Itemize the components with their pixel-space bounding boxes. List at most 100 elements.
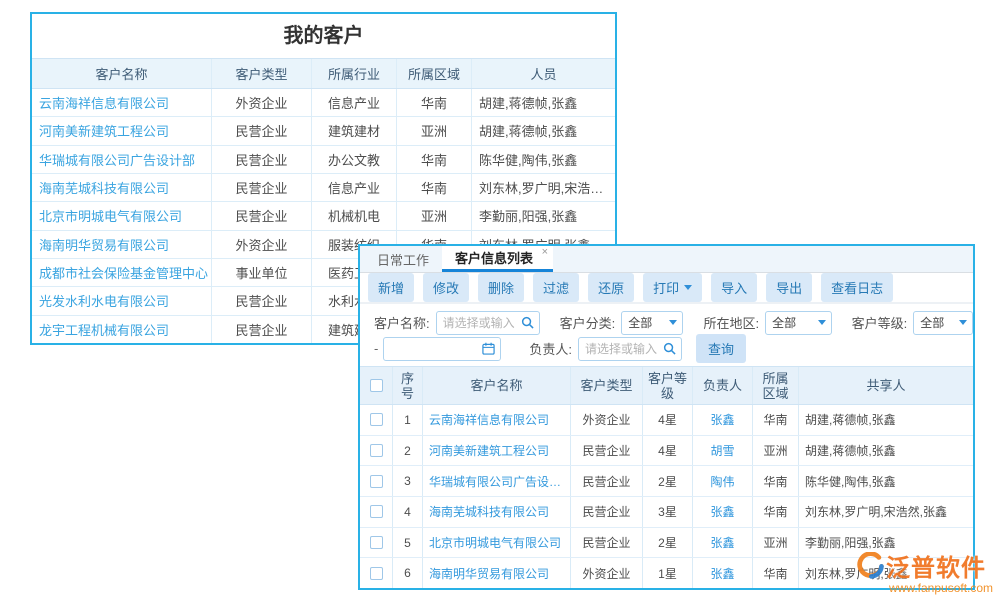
filter-button[interactable]: 过滤	[533, 273, 579, 302]
customer-link[interactable]: 华瑞城有限公司广告设计部	[429, 473, 568, 490]
owner-link[interactable]: 胡雪	[710, 442, 734, 459]
customer-staff: 李勤丽,阳强,张鑫	[479, 206, 577, 225]
watermark-brand: 泛普软件	[886, 548, 986, 583]
customer-link[interactable]: 海南芜城科技有限公司	[39, 178, 169, 197]
customer-name-input[interactable]	[436, 311, 540, 335]
customer-category-label: 客户分类:	[560, 313, 616, 332]
customer-link[interactable]: 龙宇工程机械有限公司	[39, 320, 169, 339]
table-row: 北京市明城电气有限公司 民营企业 机械机电 亚洲 李勤丽,阳强,张鑫	[32, 202, 615, 230]
date-field[interactable]	[390, 342, 482, 356]
column-header-staff: 人员	[472, 59, 615, 88]
customer-link[interactable]: 河南美新建筑工程公司	[429, 442, 549, 459]
customer-grade-select[interactable]: 全部	[913, 311, 973, 335]
customer-grade: 2星	[643, 528, 693, 558]
customer-link[interactable]: 云南海祥信息有限公司	[429, 411, 549, 428]
customer-type: 民营企业	[212, 146, 312, 173]
owner-field[interactable]	[585, 342, 663, 356]
watermark: 泛普软件 www.fanpusoft.com	[857, 548, 993, 595]
date-input[interactable]	[383, 337, 501, 361]
customer-grade: 1星	[643, 558, 693, 588]
customer-type: 外资企业	[571, 558, 643, 588]
district-label: 所在地区:	[703, 313, 759, 332]
search-icon[interactable]	[521, 316, 534, 329]
column-header-owner: 负责人	[693, 367, 753, 404]
row-checkbox[interactable]	[370, 413, 383, 426]
owner-link[interactable]: 张鑫	[710, 503, 734, 520]
filter-panel: 客户名称: 客户分类: 全部 所在地区: 全部 客户等级: 全部 -	[360, 304, 973, 366]
shared-staff: 陈华健,陶伟,张鑫	[805, 473, 896, 490]
district-select[interactable]: 全部	[765, 311, 832, 335]
row-checkbox[interactable]	[370, 475, 383, 488]
customer-link[interactable]: 北京市明城电气有限公司	[39, 206, 182, 225]
column-header-no: 序号	[393, 367, 423, 404]
row-no: 5	[393, 528, 423, 558]
customer-list-table-header: 序号 客户名称 客户类型 客户等级 负责人 所属区域 共享人	[360, 367, 973, 405]
chevron-down-icon	[818, 320, 826, 325]
owner-link[interactable]: 陶伟	[710, 473, 734, 490]
customer-link[interactable]: 海南明华贸易有限公司	[39, 235, 169, 254]
row-checkbox[interactable]	[370, 444, 383, 457]
customer-type: 外资企业	[571, 405, 643, 435]
customer-region: 亚洲	[753, 436, 799, 466]
row-no: 4	[393, 497, 423, 527]
tab-customer-info-list[interactable]: 客户信息列表 ×	[442, 246, 553, 272]
owner-link[interactable]: 张鑫	[710, 565, 734, 582]
edit-button[interactable]: 修改	[423, 273, 469, 302]
export-button[interactable]: 导出	[766, 273, 812, 302]
page-title: 我的客户	[32, 14, 615, 58]
customer-link[interactable]: 海南明华贸易有限公司	[429, 565, 549, 582]
customer-type: 民营企业	[212, 117, 312, 144]
search-icon[interactable]	[663, 342, 676, 355]
filter-row-1: 客户名称: 客户分类: 全部 所在地区: 全部 客户等级: 全部	[374, 310, 973, 335]
owner-link[interactable]: 张鑫	[710, 411, 734, 428]
table-row: 云南海祥信息有限公司 外资企业 信息产业 华南 胡建,蒋德帧,张鑫	[32, 89, 615, 117]
customer-link[interactable]: 成都市社会保险基金管理中心	[39, 263, 208, 282]
customer-grade: 4星	[643, 405, 693, 435]
customer-region: 华南	[753, 558, 799, 588]
customer-link[interactable]: 海南芜城科技有限公司	[429, 503, 549, 520]
chevron-down-icon	[959, 320, 967, 325]
owner-link[interactable]: 张鑫	[710, 534, 734, 551]
tab-daily-work[interactable]: 日常工作	[364, 246, 442, 272]
table-row: 1 云南海祥信息有限公司 外资企业 4星 张鑫 华南 胡建,蒋德帧,张鑫	[360, 405, 973, 436]
row-no: 6	[393, 558, 423, 588]
customer-type: 民营企业	[571, 528, 643, 558]
row-checkbox[interactable]	[370, 567, 383, 580]
customer-info-list-window: 日常工作 客户信息列表 × 新增 修改 删除 过滤 还原 打印 导入 导出 查看…	[358, 244, 975, 590]
customer-industry: 信息产业	[312, 89, 397, 116]
import-button[interactable]: 导入	[711, 273, 757, 302]
table-row: 海南芜城科技有限公司 民营企业 信息产业 华南 刘东林,罗广明,宋浩然,张鑫	[32, 174, 615, 202]
customer-link[interactable]: 北京市明城电气有限公司	[429, 534, 561, 551]
customer-category-select[interactable]: 全部	[621, 311, 683, 335]
customer-region: 亚洲	[397, 117, 472, 144]
column-header-type: 客户类型	[571, 367, 643, 404]
customer-type: 外资企业	[212, 89, 312, 116]
delete-button[interactable]: 删除	[478, 273, 524, 302]
add-button[interactable]: 新增	[368, 273, 414, 302]
customer-link[interactable]: 华瑞城有限公司广告设计部	[39, 150, 195, 169]
row-checkbox[interactable]	[370, 536, 383, 549]
customer-type: 民营企业	[571, 466, 643, 496]
row-checkbox[interactable]	[370, 505, 383, 518]
query-button[interactable]: 查询	[696, 334, 746, 363]
restore-button[interactable]: 还原	[588, 273, 634, 302]
select-all-checkbox[interactable]	[370, 379, 383, 392]
customer-link[interactable]: 云南海祥信息有限公司	[39, 93, 169, 112]
customer-link[interactable]: 河南美新建筑工程公司	[39, 121, 169, 140]
customer-type: 民营企业	[212, 202, 312, 229]
calendar-icon[interactable]	[482, 342, 495, 355]
close-icon[interactable]: ×	[542, 247, 548, 258]
print-button[interactable]: 打印	[643, 273, 702, 302]
table-row: 4 海南芜城科技有限公司 民营企业 3星 张鑫 华南 刘东林,罗广明,宋浩然,张…	[360, 497, 973, 528]
chevron-down-icon	[684, 285, 692, 290]
chevron-down-icon	[669, 320, 677, 325]
customer-name-field[interactable]	[443, 316, 521, 330]
filter-row-2: - 负责人: 查询	[374, 336, 973, 361]
customer-region: 亚洲	[397, 202, 472, 229]
column-header-region: 所属区域	[397, 59, 472, 88]
customer-link[interactable]: 光发水利水电有限公司	[39, 291, 169, 310]
table-row: 河南美新建筑工程公司 民营企业 建筑建材 亚洲 胡建,蒋德帧,张鑫	[32, 117, 615, 145]
view-log-button[interactable]: 查看日志	[821, 273, 893, 302]
owner-input[interactable]	[578, 337, 682, 361]
table-row: 华瑞城有限公司广告设计部 民营企业 办公文教 华南 陈华健,陶伟,张鑫	[32, 146, 615, 174]
